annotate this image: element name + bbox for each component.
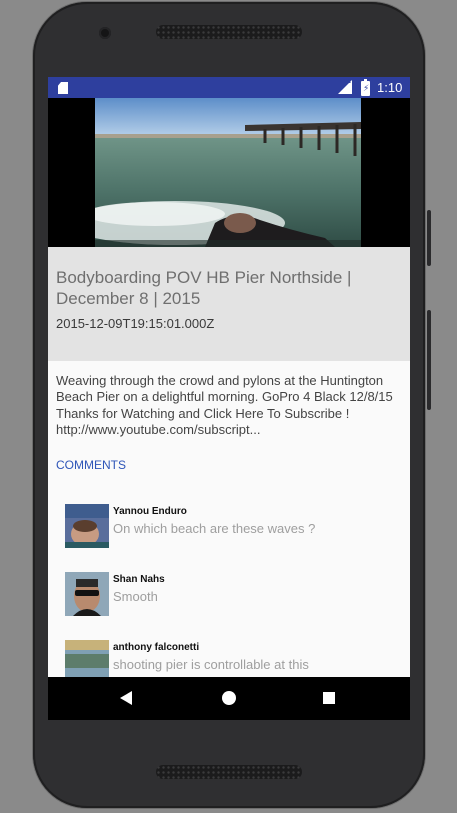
- comment-text: shooting pier is controllable at this: [113, 657, 309, 672]
- recents-button[interactable]: [299, 677, 359, 720]
- recents-icon: [323, 692, 335, 704]
- earpiece-speaker: [156, 25, 302, 39]
- network-type: LTE: [340, 79, 351, 85]
- app-screen: LTE ⚡ 1:10 Bodyboarding POV HB Pier Nort…: [48, 77, 410, 720]
- video-title: Bodyboarding POV HB Pier Northside | Dec…: [56, 268, 352, 308]
- power-button: [427, 310, 431, 410]
- video-player[interactable]: [48, 98, 410, 247]
- video-description: Weaving through the crowd and pylons at …: [56, 373, 393, 438]
- published-date: 2015-12-09T19:15:01.000Z: [56, 316, 215, 331]
- status-bar: LTE ⚡ 1:10: [48, 77, 410, 98]
- comment-text: On which beach are these waves ?: [113, 521, 316, 536]
- comment-text: Smooth: [113, 589, 158, 604]
- back-icon: [120, 691, 132, 705]
- volume-button: [427, 210, 431, 266]
- comments-header[interactable]: COMMENTS: [56, 458, 126, 472]
- comment-item[interactable]: Yannou Enduro On which beach are these w…: [65, 504, 395, 550]
- front-camera: [99, 27, 111, 39]
- video-info-panel: Bodyboarding POV HB Pier Northside | Dec…: [48, 247, 410, 361]
- battery-charging-icon: ⚡: [361, 79, 370, 96]
- comment-item[interactable]: Shan Nahs Smooth: [65, 572, 395, 618]
- home-icon: [222, 691, 236, 705]
- avatar: [65, 504, 109, 548]
- avatar: [65, 572, 109, 616]
- sd-card-icon: [58, 82, 68, 94]
- home-button[interactable]: [199, 677, 259, 720]
- comment-author: Yannou Enduro: [113, 506, 187, 517]
- comment-author: anthony falconetti: [113, 642, 200, 653]
- navigation-bar: [48, 677, 410, 720]
- surf-pier-video-frame: [95, 98, 361, 247]
- video-thumbnail[interactable]: [95, 98, 361, 247]
- bottom-speaker: [156, 765, 302, 779]
- back-button[interactable]: [96, 677, 156, 720]
- comment-author: Shan Nahs: [113, 574, 165, 585]
- status-time: 1:10: [377, 80, 403, 95]
